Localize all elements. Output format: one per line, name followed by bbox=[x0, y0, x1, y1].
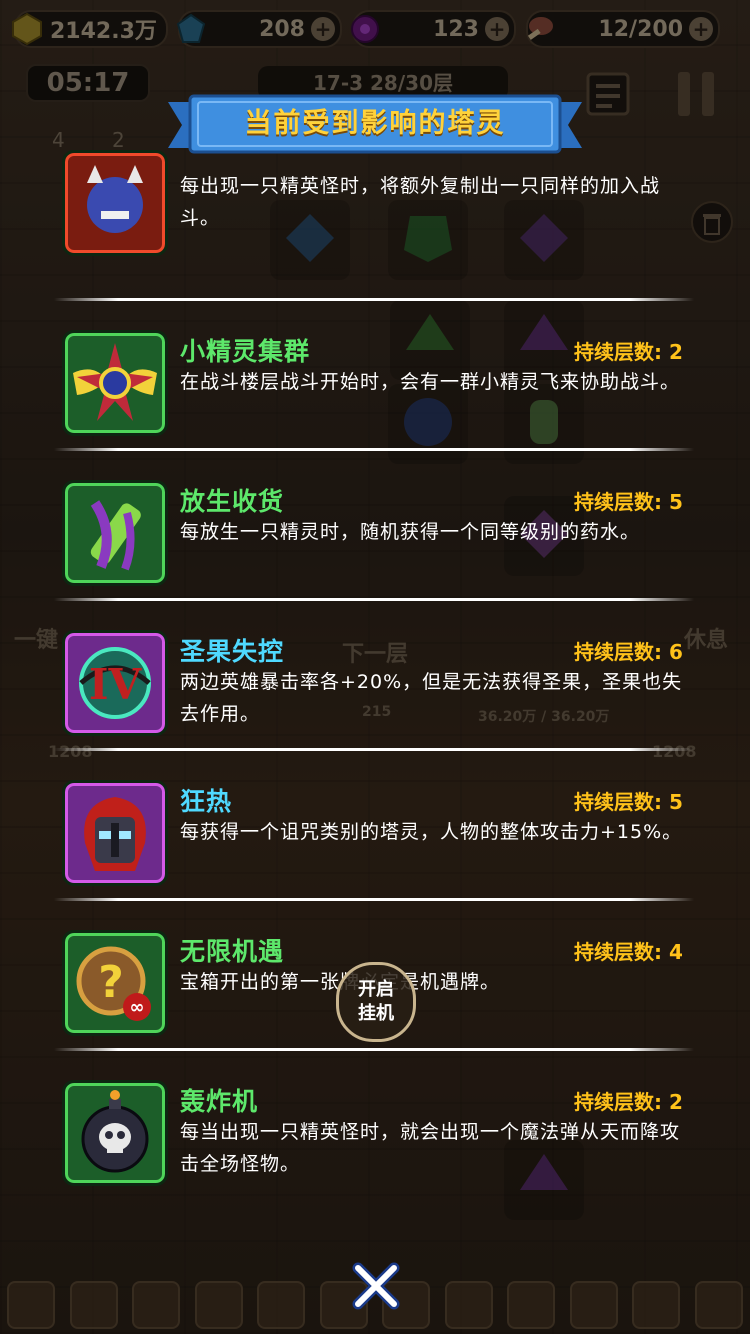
entry-name: 无限机遇 bbox=[180, 937, 285, 966]
svg-text:∞: ∞ bbox=[130, 997, 145, 1018]
entry-duration: 持续层数: 5 bbox=[574, 490, 683, 514]
divider bbox=[54, 1048, 694, 1051]
list-item: 狂热 持续层数: 5 每获得一个诅咒类别的塔灵，人物的整体攻击力+15%。 bbox=[0, 752, 750, 902]
divider bbox=[54, 598, 694, 601]
elite-demon-icon bbox=[62, 150, 168, 256]
entry-duration: 持续层数: 5 bbox=[574, 790, 683, 814]
list-item: 轰炸机 持续层数: 2 每当出现一只精英怪时，就会出现一个魔法弹从天而降攻击全场… bbox=[0, 1052, 750, 1202]
list-item: IV 圣果失控 持续层数: 6 两边英雄暴击率各+20%，但是无法获得圣果，圣果… bbox=[0, 602, 750, 752]
infinite-chance-icon: ? ∞ bbox=[62, 930, 168, 1036]
close-icon[interactable] bbox=[344, 1254, 408, 1318]
release-harvest-icon bbox=[62, 480, 168, 586]
auto-battle-line2: 挂机 bbox=[358, 1003, 394, 1024]
entry-name: 小精灵集群 bbox=[180, 337, 311, 366]
svg-text:?: ? bbox=[98, 957, 124, 1008]
entry-name: 圣果失控 bbox=[180, 637, 285, 666]
auto-battle-line1: 开启 bbox=[358, 979, 394, 1000]
entry-duration: 持续层数: 2 bbox=[574, 340, 683, 364]
skull-bomb-icon bbox=[62, 1080, 168, 1186]
entry-name: 狂热 bbox=[180, 787, 233, 816]
entry-description: 每当出现一只精英怪时，就会出现一个魔法弹从天而降攻击全场怪物。 bbox=[180, 1121, 681, 1175]
roman-four-icon: IV bbox=[62, 630, 168, 736]
list-item: 小精灵集群 持续层数: 2 在战斗楼层战斗开始时，会有一群小精灵飞来协助战斗。 bbox=[0, 302, 750, 452]
list-item: 每出现一只精英怪时，将额外复制出一只同样的加入战斗。 bbox=[0, 150, 750, 300]
divider bbox=[54, 748, 694, 751]
entry-description: 在战斗楼层战斗开始时，会有一群小精灵飞来协助战斗。 bbox=[180, 371, 681, 393]
list-item: 放生收货 持续层数: 5 每放生一只精灵时，随机获得一个同等级别的药水。 bbox=[0, 452, 750, 602]
entry-duration: 持续层数: 4 bbox=[574, 940, 683, 964]
entry-name: 轰炸机 bbox=[180, 1087, 259, 1116]
divider bbox=[54, 448, 694, 451]
entry-description: 每获得一个诅咒类别的塔灵，人物的整体攻击力+15%。 bbox=[180, 821, 683, 843]
entry-description: 每出现一只精英怪时，将额外复制出一只同样的加入战斗。 bbox=[180, 175, 661, 229]
entry-duration: 持续层数: 2 bbox=[574, 1090, 683, 1114]
auto-battle-button[interactable]: 开启 挂机 bbox=[336, 962, 416, 1042]
entry-name: 放生收货 bbox=[180, 487, 285, 516]
svg-text:IV: IV bbox=[89, 660, 143, 709]
dialog-title: 当前受到影响的塔灵 bbox=[244, 108, 506, 139]
fervor-helmet-icon bbox=[62, 780, 168, 886]
divider bbox=[54, 298, 694, 301]
entry-duration: 持续层数: 6 bbox=[574, 640, 683, 664]
divider bbox=[54, 898, 694, 901]
fairy-swarm-icon bbox=[62, 330, 168, 436]
entry-description: 每放生一只精灵时，随机获得一个同等级别的药水。 bbox=[180, 521, 641, 543]
entry-description: 宝箱开出的第一张牌必定是机遇牌。 bbox=[180, 966, 690, 998]
entry-description: 两边英雄暴击率各+20%，但是无法获得圣果，圣果也失去作用。 bbox=[180, 671, 683, 725]
